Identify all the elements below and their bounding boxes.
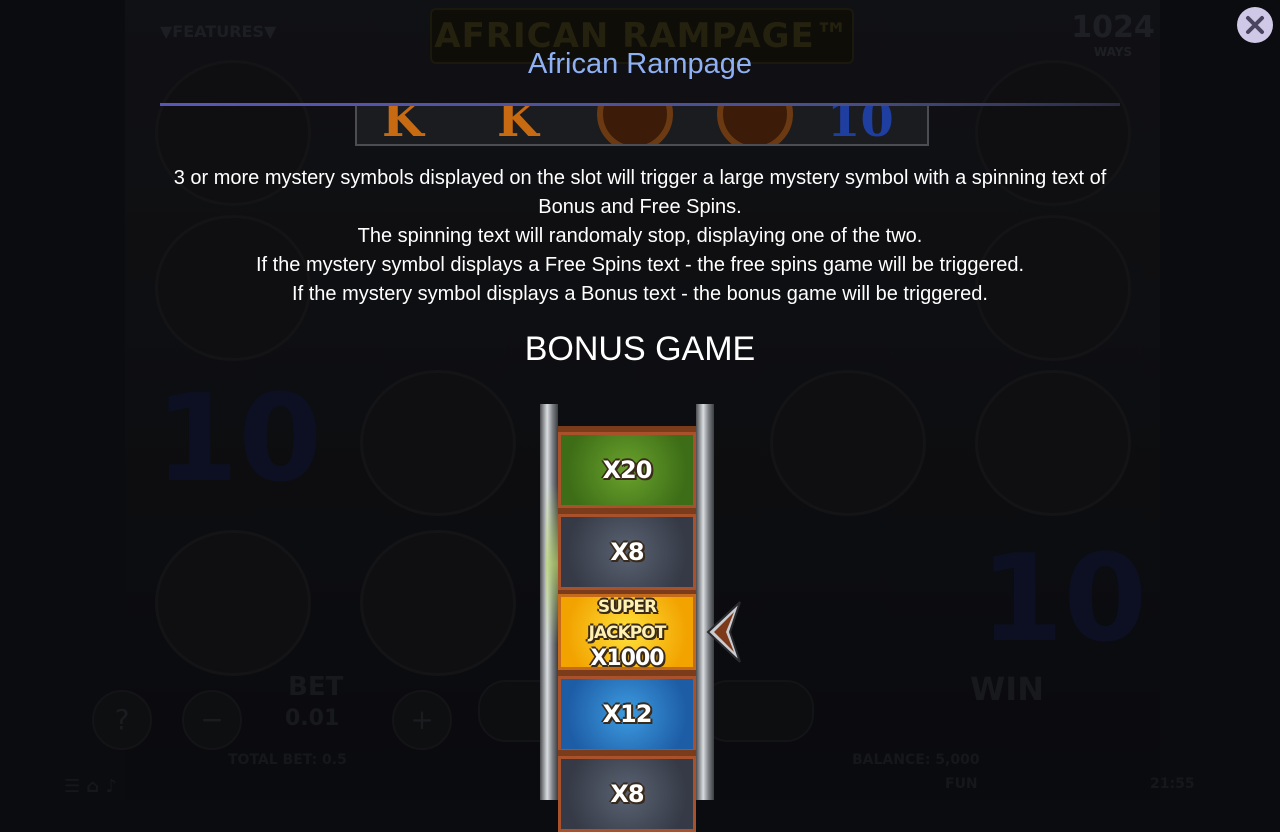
wheel-cell-value: X1000 [590, 645, 664, 671]
wheel-cell-x20: X20 [558, 432, 696, 508]
close-button[interactable] [1237, 7, 1273, 43]
wheel-cell-label: X8 [610, 538, 644, 566]
wheel-cell-label: X8 [610, 780, 644, 808]
wheel-cell-x8: X8 [558, 514, 696, 590]
feature-description: 3 or more mystery symbols displayed on t… [120, 164, 1160, 309]
description-line: 3 or more mystery symbols displayed on t… [173, 167, 1107, 189]
description-line: Bonus and Free Spins. [538, 196, 742, 218]
close-icon [1246, 16, 1264, 34]
description-line: If the mystery symbol displays a Bonus t… [292, 283, 988, 305]
wheel-cell-label: X20 [602, 456, 653, 484]
wheel-cell-super-jackpot: SUPER JACKPOT X1000 [558, 594, 696, 671]
bonus-wheel: X20 X8 SUPER JACKPOT X1000 X12 X8 [540, 404, 714, 832]
arrow-pointer-icon [706, 601, 741, 663]
mystery-symbol [717, 106, 793, 144]
symbol-ten: 10 [827, 106, 894, 146]
title-underline [160, 103, 1120, 106]
description-line: The spinning text will randomaly stop, d… [357, 225, 923, 247]
mystery-symbol [597, 106, 673, 144]
symbol-strip-image: K K 10 [355, 106, 929, 146]
wheel-cell-label: X12 [602, 700, 653, 728]
wheel-cell-x12: X12 [558, 676, 696, 752]
wheel-cell-label: SUPER JACKPOT [588, 596, 667, 643]
dialog-title: African Rampage [527, 48, 753, 80]
symbol-k: K [497, 106, 539, 146]
section-title: BONUS GAME [524, 330, 756, 368]
wheel-cell-x8: X8 [558, 756, 696, 832]
symbol-k: K [382, 106, 424, 146]
description-line: If the mystery symbol displays a Free Sp… [255, 254, 1025, 276]
